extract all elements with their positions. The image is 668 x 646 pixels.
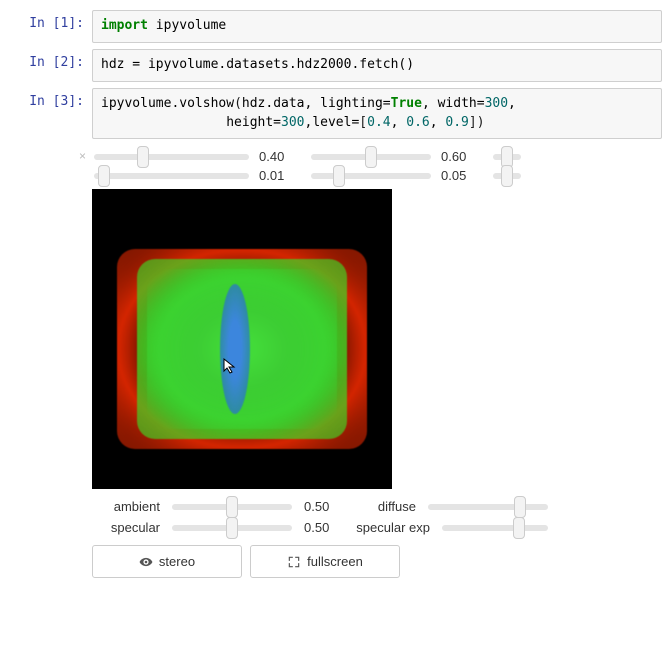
kw: height=	[101, 115, 281, 130]
lighting-row-ambient-diffuse: ambient 0.50 diffuse	[92, 499, 662, 514]
num-val: 0.4	[367, 115, 390, 130]
paren-close: )	[477, 115, 485, 130]
output-gutter: ×	[6, 145, 92, 578]
num-val: 0.6	[406, 115, 429, 130]
lighting-row-specular: specular 0.50 specular exp	[92, 520, 662, 535]
kw: width=	[438, 96, 485, 111]
button-row: stereo fullscreen	[92, 545, 662, 578]
ambient-label: ambient	[92, 499, 160, 514]
ambient-value: 0.50	[304, 499, 338, 514]
level-sliders-row-2: 0.01 0.05	[92, 168, 662, 183]
slider-value: 0.40	[259, 149, 299, 164]
sep: ,	[508, 96, 516, 111]
num-val: 300	[485, 96, 508, 111]
mouse-cursor-icon	[222, 357, 240, 375]
num-val: 0.9	[445, 115, 468, 130]
close-icon[interactable]: ×	[79, 147, 92, 578]
ambient-slider[interactable]	[172, 504, 292, 510]
code-line: hdz = ipyvolume.datasets.hdz2000.fetch()	[101, 57, 414, 72]
input-prompt: In [1]:	[6, 10, 92, 43]
kw: level=	[312, 115, 359, 130]
bracket-open: [	[359, 115, 367, 130]
bracket-close: ]	[469, 115, 477, 130]
level-slider-1b[interactable]	[311, 154, 431, 160]
bool-val: True	[391, 96, 422, 111]
code-editor[interactable]: hdz = ipyvolume.datasets.hdz2000.fetch()	[92, 49, 662, 82]
paren-open: (	[234, 96, 242, 111]
specular-label: specular	[92, 520, 160, 535]
code-cell: In [1]: import ipyvolume	[6, 10, 662, 43]
fullscreen-button-label: fullscreen	[307, 554, 363, 569]
keyword-import: import	[101, 18, 148, 33]
slider-value: 0.01	[259, 168, 299, 183]
level-slider-1c[interactable]	[493, 154, 521, 160]
notebook: In [1]: import ipyvolume In [2]: hdz = i…	[0, 0, 668, 588]
volume-isosurface-blue	[220, 284, 250, 414]
level-slider-2a[interactable]	[94, 173, 249, 179]
stereo-button[interactable]: stereo	[92, 545, 242, 578]
input-prompt: In [2]:	[6, 49, 92, 82]
sep: ,	[430, 115, 446, 130]
specular-exp-label: specular exp	[348, 520, 430, 535]
slider-value: 0.05	[441, 168, 481, 183]
num-val: 300	[281, 115, 304, 130]
level-sliders-row-1: 0.40 0.60	[92, 149, 662, 164]
fullscreen-icon	[287, 555, 301, 569]
input-prompt: In [3]:	[6, 88, 92, 140]
arg: hdz.data	[242, 96, 305, 111]
sep: ,	[391, 115, 407, 130]
code-cell: In [3]: ipyvolume.volshow(hdz.data, ligh…	[6, 88, 662, 140]
sep: ,	[422, 96, 438, 111]
code-editor[interactable]: import ipyvolume	[92, 10, 662, 43]
level-slider-2c[interactable]	[493, 173, 521, 179]
eye-icon	[139, 555, 153, 569]
fn-name: ipyvolume.volshow	[101, 96, 234, 111]
fullscreen-button[interactable]: fullscreen	[250, 545, 400, 578]
code-editor[interactable]: ipyvolume.volshow(hdz.data, lighting=Tru…	[92, 88, 662, 140]
diffuse-slider[interactable]	[428, 504, 548, 510]
level-slider-1a[interactable]	[94, 154, 249, 160]
stereo-button-label: stereo	[159, 554, 195, 569]
output-area: × 0.40 0.60 0.01	[6, 145, 662, 578]
diffuse-label: diffuse	[348, 499, 416, 514]
module-name: ipyvolume	[156, 18, 226, 33]
widget-panel: 0.40 0.60 0.01 0.05	[92, 145, 662, 578]
slider-value: 0.60	[441, 149, 481, 164]
specular-value: 0.50	[304, 520, 338, 535]
kw: lighting=	[320, 96, 390, 111]
level-slider-2b[interactable]	[311, 173, 431, 179]
specular-exp-slider[interactable]	[442, 525, 548, 531]
specular-slider[interactable]	[172, 525, 292, 531]
volume-render-canvas[interactable]	[92, 189, 392, 489]
code-cell: In [2]: hdz = ipyvolume.datasets.hdz2000…	[6, 49, 662, 82]
sep: ,	[305, 96, 321, 111]
